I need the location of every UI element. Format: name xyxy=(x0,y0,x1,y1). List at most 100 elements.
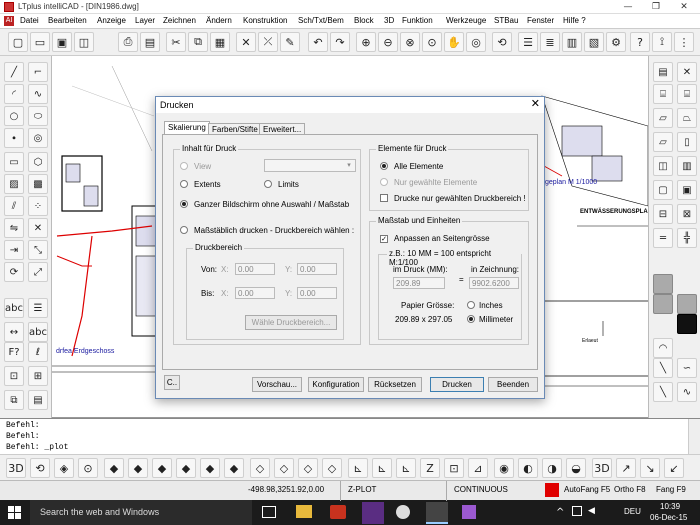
wave-right-icon[interactable]: ∿ xyxy=(677,382,697,402)
von-y-field[interactable]: 0.00 xyxy=(297,263,337,275)
door-icon[interactable]: ◫ xyxy=(653,156,673,176)
circle-icon[interactable]: ○ xyxy=(4,106,24,126)
wall-icon[interactable]: ⌸ xyxy=(677,84,697,104)
configuration-button[interactable]: Konfiguration xyxy=(308,377,364,392)
cube-right-icon[interactable]: ◆ xyxy=(176,458,196,478)
office-icon[interactable] xyxy=(330,505,346,519)
ucs-icon[interactable]: ⊾ xyxy=(348,458,368,478)
file-explorer-icon[interactable] xyxy=(296,505,312,518)
print-button[interactable]: Drucken xyxy=(430,377,484,392)
redo-icon[interactable]: ↷ xyxy=(330,32,350,52)
all-elements-radio[interactable] xyxy=(380,162,388,172)
corner-button[interactable]: C.. xyxy=(164,375,180,390)
app-icon-gray[interactable] xyxy=(396,505,410,519)
iso-nw-icon[interactable]: ◇ xyxy=(322,458,342,478)
inches-radio[interactable] xyxy=(467,301,475,311)
task-view-icon[interactable] xyxy=(262,506,276,518)
view-3d-2-icon[interactable]: ↗ xyxy=(616,458,636,478)
arc-icon[interactable]: ◜ xyxy=(4,84,24,104)
section-icon[interactable]: ⊟ xyxy=(653,204,673,224)
pan-icon[interactable]: ✋ xyxy=(444,32,464,52)
erase-icon[interactable]: ✕ xyxy=(236,32,256,52)
menu-bearbeiten[interactable]: Bearbeiten xyxy=(48,16,87,25)
new-file-icon[interactable]: ▢ xyxy=(8,32,28,52)
menu-sch-txt-bem[interactable]: Sch/Txt/Bem xyxy=(298,16,344,25)
fang-toggle[interactable]: Fang F9 xyxy=(656,485,686,494)
print-preview-icon[interactable]: ▤ xyxy=(140,32,160,52)
ucs-object-icon[interactable]: ⊾ xyxy=(396,458,416,478)
fitting-icon[interactable]: ╬ xyxy=(677,228,697,248)
save-icon[interactable]: ▣ xyxy=(52,32,72,52)
menu-aendern[interactable]: Ändern xyxy=(206,16,232,25)
menu-funktion[interactable]: Funktion xyxy=(402,16,433,25)
window-icon[interactable]: ▥ xyxy=(677,156,697,176)
zoom-in-icon[interactable]: ⊕ xyxy=(356,32,376,52)
menu-3d[interactable]: 3D xyxy=(384,16,394,25)
more-icon[interactable]: ⋮ xyxy=(674,32,694,52)
mtext-icon[interactable]: ☰ xyxy=(28,298,48,318)
region-icon[interactable]: ▩ xyxy=(28,174,48,194)
ortho-toggle[interactable]: Ortho F8 xyxy=(614,485,646,494)
rotate-icon[interactable]: ⟳ xyxy=(4,262,24,282)
offset-icon[interactable]: ⫽ xyxy=(4,196,24,216)
extend-icon[interactable]: ⇥ xyxy=(4,240,24,260)
space-icon[interactable]: ▣ xyxy=(677,180,697,200)
properties-icon[interactable]: ☰ xyxy=(518,32,538,52)
zplot-indicator[interactable]: Z-PLOT xyxy=(348,485,376,494)
block-define-icon[interactable]: ⊞ xyxy=(28,366,48,386)
cube-back-icon[interactable]: ◆ xyxy=(128,458,148,478)
wireframe-icon[interactable]: ◒ xyxy=(566,458,586,478)
in-zeichnung-field[interactable]: 9902.6200 xyxy=(469,277,519,289)
pipe-icon[interactable]: ═ xyxy=(653,228,673,248)
menu-stbau[interactable]: STBau xyxy=(494,16,518,25)
view-3d-3-icon[interactable]: ↘ xyxy=(640,458,660,478)
polyline-icon[interactable]: ⌐ xyxy=(28,62,48,82)
menu-fenster[interactable]: Fenster xyxy=(527,16,554,25)
reset-button[interactable]: Rücksetzen xyxy=(368,377,422,392)
color-black-icon[interactable] xyxy=(677,314,697,334)
stairs-icon[interactable]: ⌸ xyxy=(653,84,673,104)
menu-hilfe[interactable]: Hilfe ? xyxy=(563,16,586,25)
dimension-icon[interactable]: ↔ xyxy=(4,322,24,342)
hide-icon[interactable]: ◑ xyxy=(542,458,562,478)
clock-date[interactable]: 06-Dec-15 xyxy=(650,513,687,522)
print-area-only-checkbox[interactable] xyxy=(380,194,388,204)
im-druck-field[interactable]: 209.89 xyxy=(393,277,445,289)
column-icon[interactable]: ▯ xyxy=(677,132,697,152)
menu-werkzeuge[interactable]: Werkzeuge xyxy=(446,16,486,25)
copy-icon[interactable]: ⧉ xyxy=(188,32,208,52)
print-icon[interactable]: ⎙ xyxy=(118,32,138,52)
design-center-icon[interactable]: ▧ xyxy=(584,32,604,52)
extents-radio[interactable] xyxy=(180,180,188,190)
hatch-icon[interactable]: ▨ xyxy=(4,174,24,194)
preview-button[interactable]: Vorschau... xyxy=(252,377,302,392)
open-folder-icon[interactable]: ▭ xyxy=(30,32,50,52)
3d-orbit-free-icon[interactable]: ⟲ xyxy=(30,458,50,478)
menu-konstruktion[interactable]: Konstruktion xyxy=(243,16,287,25)
3d-camera-icon[interactable]: ⊙ xyxy=(78,458,98,478)
minimize-button[interactable]: — xyxy=(614,0,642,14)
shade-icon[interactable]: ◐ xyxy=(518,458,538,478)
iso-se-icon[interactable]: ◇ xyxy=(274,458,294,478)
command-input-line[interactable]: Befehl: _plot xyxy=(6,443,68,452)
view-dropdown[interactable]: ▾ xyxy=(264,159,356,172)
zoom-extents-icon[interactable]: ⊙ xyxy=(422,32,442,52)
ucs-view-icon[interactable]: ⊡ xyxy=(444,458,464,478)
color-gray-1-icon[interactable] xyxy=(653,274,673,294)
elevation-icon[interactable]: ⊠ xyxy=(677,204,697,224)
layer-tool-icon[interactable]: ▤ xyxy=(653,62,673,82)
command-scrollbar[interactable] xyxy=(688,419,700,455)
opening-icon[interactable]: ▢ xyxy=(653,180,673,200)
menu-block[interactable]: Block xyxy=(354,16,374,25)
zoom-window-icon[interactable]: ⊗ xyxy=(400,32,420,52)
diagonal-right-icon[interactable]: ╲ xyxy=(653,382,673,402)
network-icon[interactable] xyxy=(572,506,582,516)
spline-icon[interactable]: ∿ xyxy=(28,84,48,104)
arc-right-icon[interactable]: ◠ xyxy=(653,338,673,358)
iso-sw-icon[interactable]: ◇ xyxy=(250,458,270,478)
view-3d-icon[interactable]: 3D xyxy=(592,458,612,478)
point-icon[interactable]: ∙ xyxy=(4,128,24,148)
3d-view-icon[interactable]: ◈ xyxy=(54,458,74,478)
stretch-icon[interactable]: ⤡ xyxy=(28,240,48,260)
menu-layer[interactable]: Layer xyxy=(135,16,155,25)
